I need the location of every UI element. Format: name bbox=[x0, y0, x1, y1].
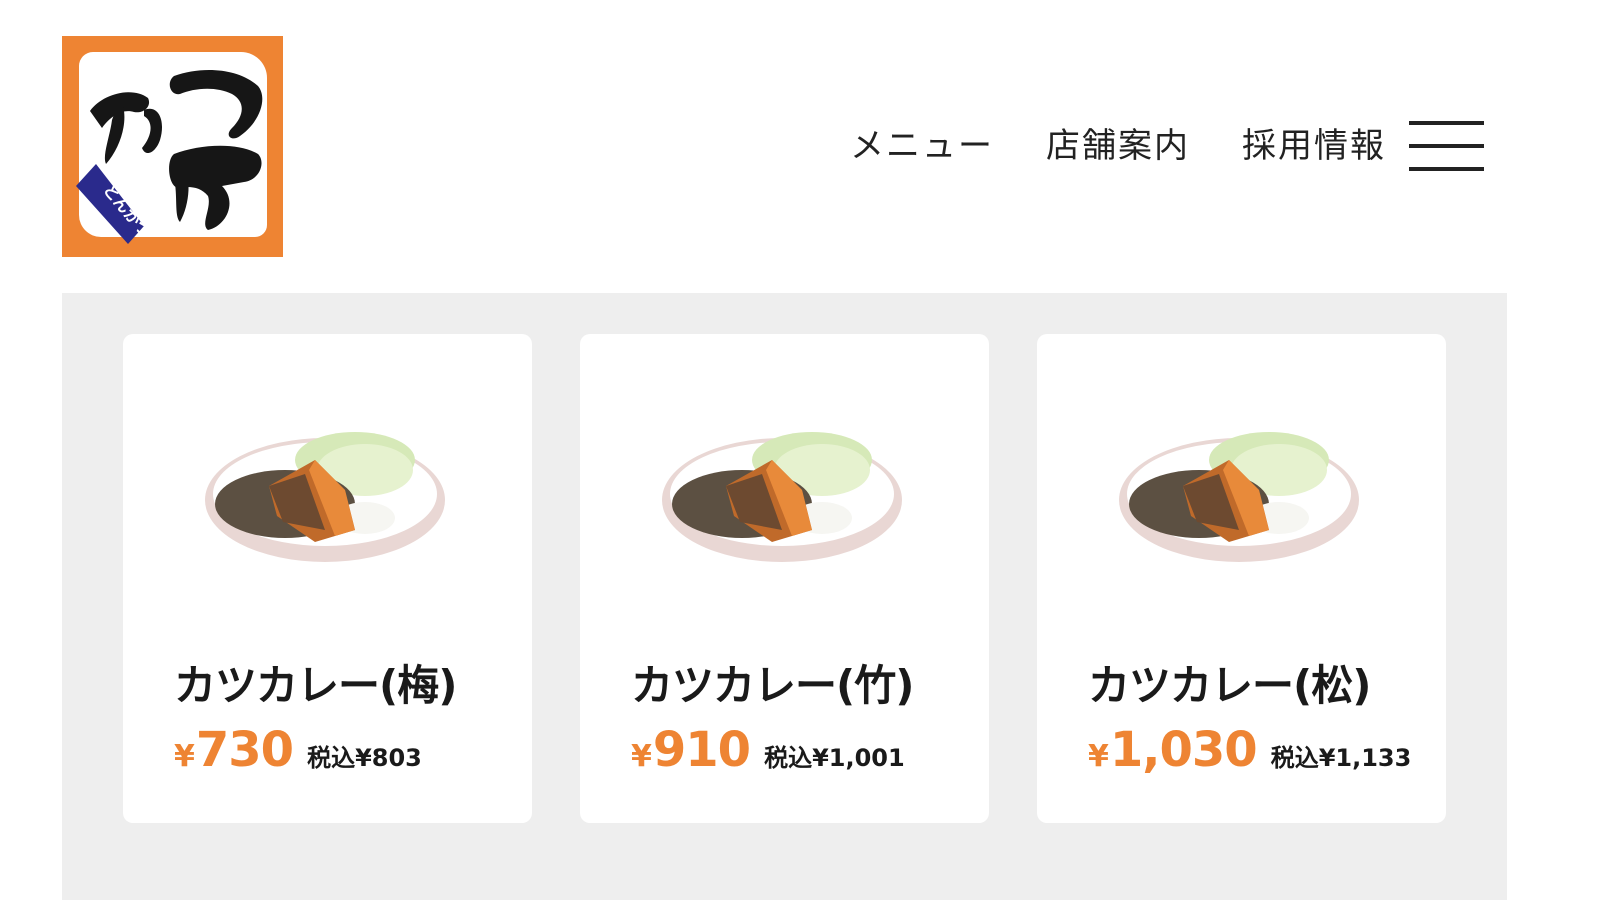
hamburger-icon bbox=[1409, 121, 1484, 125]
hamburger-menu-button[interactable] bbox=[1409, 121, 1484, 171]
price-row: ¥910 税込¥1,001 bbox=[631, 722, 905, 778]
nav-item-recruit[interactable]: 採用情報 bbox=[1242, 120, 1386, 172]
currency-symbol: ¥ bbox=[174, 739, 195, 774]
nav-item-menu[interactable]: メニュー bbox=[850, 120, 994, 172]
product-card[interactable]: カツカレー(梅) ¥730 税込¥803 bbox=[123, 334, 532, 823]
katsu-curry-image bbox=[205, 432, 445, 562]
price-row: ¥1,030 税込¥1,133 bbox=[1088, 722, 1411, 778]
logo-calligraphy-icon: とんかつ bbox=[76, 70, 263, 244]
main-nav: メニュー 店舗案内 採用情報 bbox=[850, 120, 1438, 172]
product-name: カツカレー(竹) bbox=[631, 661, 914, 710]
tax-included-price: 税込¥1,133 bbox=[1270, 744, 1412, 772]
katsu-curry-image bbox=[1119, 432, 1359, 562]
price: ¥910 bbox=[631, 722, 751, 778]
currency-symbol: ¥ bbox=[631, 739, 652, 774]
hamburger-icon-line bbox=[1409, 144, 1484, 148]
katsu-curry-image bbox=[662, 432, 902, 562]
product-card[interactable]: カツカレー(松) ¥1,030 税込¥1,133 bbox=[1037, 334, 1446, 823]
currency-symbol: ¥ bbox=[1088, 739, 1109, 774]
hamburger-icon-line bbox=[1409, 167, 1484, 171]
product-card[interactable]: カツカレー(竹) ¥910 税込¥1,001 bbox=[580, 334, 989, 823]
price-value: 1,030 bbox=[1109, 722, 1258, 778]
price-value: 730 bbox=[195, 722, 294, 778]
product-name: カツカレー(梅) bbox=[174, 661, 457, 710]
tax-included-price: 税込¥1,001 bbox=[764, 744, 905, 772]
brand-logo[interactable]: とんかつ bbox=[62, 36, 283, 257]
price: ¥1,030 bbox=[1088, 722, 1258, 778]
price: ¥730 bbox=[174, 722, 294, 778]
tax-included-price: 税込¥803 bbox=[307, 744, 422, 772]
nav-item-stores[interactable]: 店舗案内 bbox=[1046, 120, 1190, 172]
price-value: 910 bbox=[652, 722, 751, 778]
product-name: カツカレー(松) bbox=[1088, 661, 1371, 710]
price-row: ¥730 税込¥803 bbox=[174, 722, 422, 778]
product-list: カツカレー(梅) ¥730 税込¥803 カツカレー(竹) ¥910 税込¥1,… bbox=[62, 293, 1507, 900]
